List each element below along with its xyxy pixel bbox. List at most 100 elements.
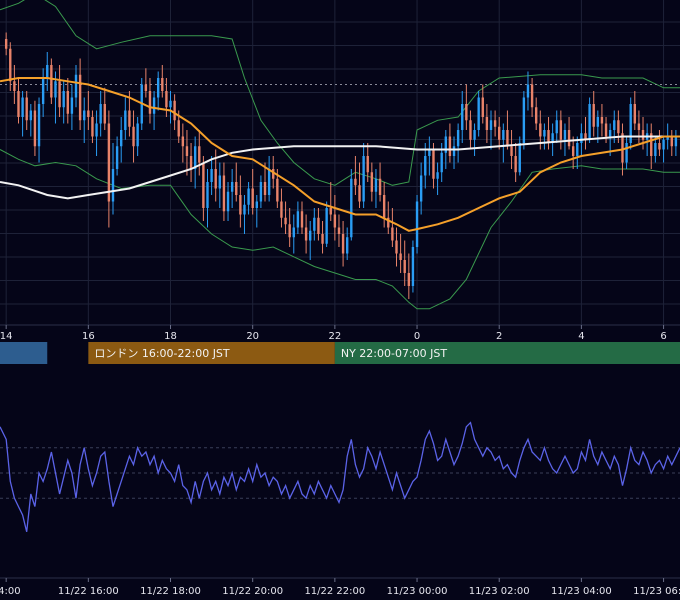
- candle-up[interactable]: [54, 81, 57, 98]
- candle-up[interactable]: [21, 97, 24, 118]
- candle-up[interactable]: [62, 91, 65, 108]
- candle-down[interactable]: [235, 182, 238, 195]
- candle-down[interactable]: [288, 224, 291, 238]
- candle-up[interactable]: [46, 65, 49, 78]
- candle-down[interactable]: [91, 117, 94, 137]
- candle-up[interactable]: [247, 188, 250, 205]
- candle-down[interactable]: [66, 91, 69, 114]
- candle-down[interactable]: [670, 136, 673, 147]
- candle-down[interactable]: [530, 84, 534, 108]
- candle-down[interactable]: [13, 81, 16, 91]
- candle-down[interactable]: [103, 104, 106, 124]
- candle-up[interactable]: [608, 130, 612, 137]
- candle-down[interactable]: [9, 48, 12, 82]
- candle-up[interactable]: [502, 130, 505, 140]
- candle-down[interactable]: [317, 217, 320, 234]
- candle-up[interactable]: [152, 97, 156, 114]
- candle-down[interactable]: [276, 178, 279, 202]
- candle-up[interactable]: [518, 143, 521, 173]
- candle-down[interactable]: [395, 240, 398, 254]
- candle-up[interactable]: [613, 120, 616, 130]
- candle-up[interactable]: [267, 169, 271, 195]
- candle-up[interactable]: [226, 191, 230, 212]
- candle-up[interactable]: [555, 120, 558, 134]
- candle-down[interactable]: [173, 100, 176, 121]
- candle-down[interactable]: [621, 133, 624, 163]
- candle-down[interactable]: [4, 39, 8, 49]
- candle-down[interactable]: [17, 91, 20, 117]
- candle-up[interactable]: [625, 143, 628, 163]
- candle-down[interactable]: [465, 104, 468, 121]
- candle-up[interactable]: [95, 123, 98, 137]
- candle-down[interactable]: [333, 214, 337, 228]
- candle-down[interactable]: [485, 117, 489, 130]
- candle-down[interactable]: [304, 227, 308, 241]
- candle-down[interactable]: [222, 175, 226, 212]
- candle-down[interactable]: [547, 130, 550, 143]
- candle-down[interactable]: [403, 260, 406, 273]
- candle-up[interactable]: [120, 130, 123, 147]
- candle-down[interactable]: [559, 120, 563, 140]
- candle-up[interactable]: [461, 104, 464, 130]
- candle-up[interactable]: [169, 100, 172, 108]
- candle-down[interactable]: [633, 104, 637, 124]
- candle-down[interactable]: [177, 120, 180, 137]
- candle-up[interactable]: [419, 175, 423, 202]
- candle-up[interactable]: [362, 156, 365, 202]
- candle-down[interactable]: [189, 156, 193, 169]
- candle-down[interactable]: [378, 178, 382, 195]
- candle-down[interactable]: [181, 136, 185, 147]
- candle-down[interactable]: [202, 162, 205, 209]
- candle-down[interactable]: [161, 78, 164, 91]
- candle-down[interactable]: [25, 97, 28, 121]
- candle-down[interactable]: [341, 234, 345, 254]
- candle-up[interactable]: [136, 123, 139, 147]
- candle-up[interactable]: [74, 74, 78, 98]
- candle-down[interactable]: [107, 123, 111, 202]
- candle-down[interactable]: [78, 74, 82, 121]
- candle-down[interactable]: [506, 130, 509, 147]
- candle-down[interactable]: [481, 97, 484, 118]
- candle-up[interactable]: [596, 117, 600, 127]
- candle-down[interactable]: [571, 146, 575, 156]
- candle-up[interactable]: [115, 146, 119, 169]
- candle-down[interactable]: [641, 130, 645, 140]
- candle-up[interactable]: [70, 97, 74, 114]
- candle-down[interactable]: [214, 169, 217, 189]
- candle-up[interactable]: [588, 104, 591, 140]
- candle-down[interactable]: [50, 65, 53, 98]
- candle-up[interactable]: [230, 182, 234, 192]
- candle-down[interactable]: [198, 146, 201, 163]
- candle-up[interactable]: [563, 130, 567, 140]
- candle-down[interactable]: [87, 110, 90, 118]
- candle-up[interactable]: [452, 146, 456, 156]
- candle-up[interactable]: [83, 110, 86, 121]
- candle-up[interactable]: [37, 104, 41, 147]
- candle-up[interactable]: [489, 120, 493, 130]
- candle-up[interactable]: [576, 143, 579, 156]
- candle-up[interactable]: [674, 136, 678, 147]
- candle-down[interactable]: [448, 136, 452, 157]
- candle-up[interactable]: [325, 208, 328, 244]
- candle-up[interactable]: [374, 178, 378, 192]
- candle-up[interactable]: [296, 211, 300, 228]
- candle-up[interactable]: [345, 237, 349, 254]
- candle-up[interactable]: [415, 201, 419, 248]
- candle-up[interactable]: [522, 97, 526, 144]
- candle-down[interactable]: [600, 117, 604, 124]
- candle-down[interactable]: [382, 195, 386, 218]
- candle-down[interactable]: [407, 273, 411, 286]
- candle-up[interactable]: [440, 152, 443, 173]
- candle-up[interactable]: [99, 104, 102, 124]
- candle-up[interactable]: [309, 230, 312, 241]
- candle-down[interactable]: [337, 227, 341, 235]
- candle-down[interactable]: [329, 208, 332, 215]
- candle-down[interactable]: [498, 126, 501, 140]
- candle-up[interactable]: [218, 175, 222, 189]
- candle-up[interactable]: [259, 182, 263, 202]
- candle-up[interactable]: [313, 217, 316, 231]
- candle-up[interactable]: [662, 139, 665, 150]
- candle-down[interactable]: [300, 211, 304, 228]
- candle-down[interactable]: [128, 110, 131, 127]
- candle-down[interactable]: [370, 172, 374, 192]
